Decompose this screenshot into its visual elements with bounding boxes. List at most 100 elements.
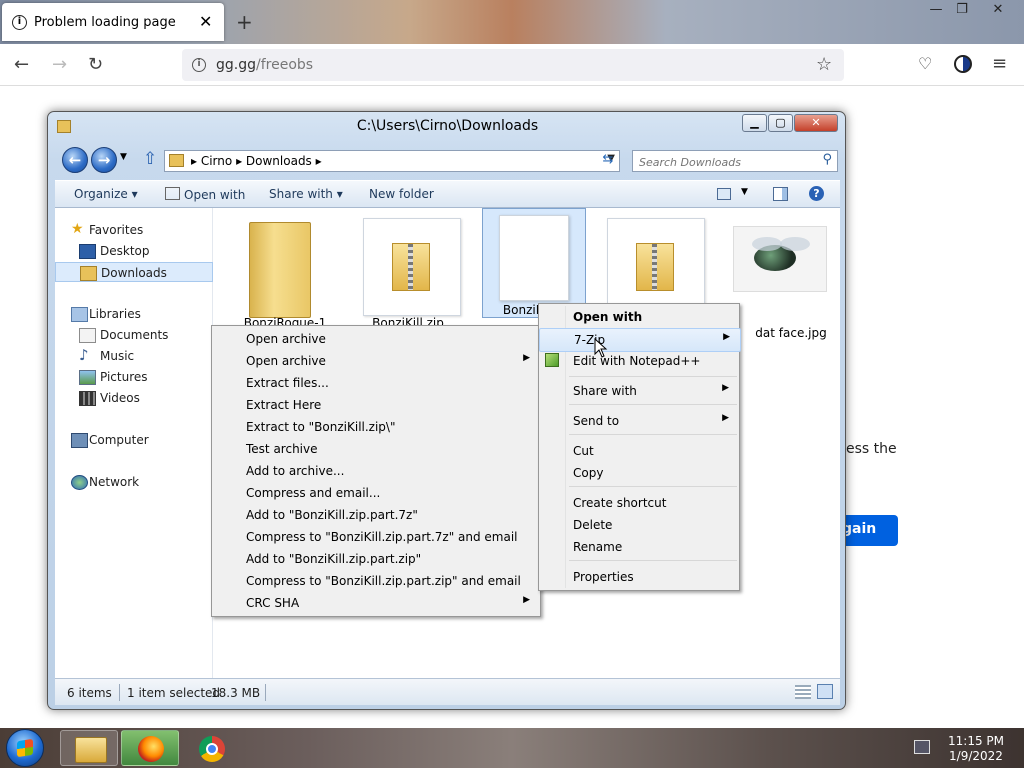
maximize-button[interactable]: ▢ xyxy=(768,114,793,132)
start-button[interactable] xyxy=(6,729,44,767)
submenu-arrow-icon: ▶ xyxy=(723,332,730,342)
chrome-icon xyxy=(199,736,225,762)
menu-test-archive[interactable]: Test archive xyxy=(212,438,540,460)
open-with-button[interactable]: Open with xyxy=(165,187,245,202)
menu-label: Copy xyxy=(573,466,604,480)
menu-add-to-zip[interactable]: Add to "BonziKill.zip.part.zip" xyxy=(212,548,540,570)
menu-open-archive-sub[interactable]: Open archive ▶ xyxy=(212,350,540,372)
forward-button[interactable]: → xyxy=(91,147,117,173)
organize-button[interactable]: Organize ▾ xyxy=(74,187,138,201)
search-icon[interactable]: ⚲ xyxy=(822,152,832,167)
details-view-icon[interactable] xyxy=(795,685,811,699)
menu-label: Open archive xyxy=(246,332,326,346)
close-button[interactable]: ✕ xyxy=(794,114,838,132)
nav-network[interactable]: Network xyxy=(55,472,213,492)
hamburger-menu-icon[interactable]: ≡ xyxy=(992,53,1007,74)
back-button[interactable]: ← xyxy=(62,147,88,173)
network-icon xyxy=(71,475,88,490)
nav-pictures[interactable]: Pictures xyxy=(55,367,213,387)
tab-close-icon[interactable]: ✕ xyxy=(199,12,212,31)
command-bar: Organize ▾ Open with Share with ▾ New fo… xyxy=(55,180,840,208)
refresh-icon[interactable]: ⇆ xyxy=(596,150,620,172)
url-bar[interactable]: i gg.gg/freeobs ☆ xyxy=(182,49,844,81)
back-arrow-icon[interactable]: ← xyxy=(14,54,29,75)
nav-downloads[interactable]: Downloads xyxy=(55,262,213,282)
search-input[interactable] xyxy=(637,153,816,171)
reload-icon[interactable]: ↻ xyxy=(88,54,103,75)
new-folder-button[interactable]: New folder xyxy=(369,187,434,201)
site-info-icon[interactable]: i xyxy=(192,58,206,72)
nav-desktop[interactable]: Desktop xyxy=(55,241,213,261)
videos-icon xyxy=(79,391,96,406)
menu-compress-zip-email[interactable]: Compress to "BonziKill.zip.part.zip" and… xyxy=(212,570,540,592)
menu-separator xyxy=(569,486,737,487)
bookmark-star-icon[interactable]: ☆ xyxy=(816,54,832,75)
menu-create-shortcut[interactable]: Create shortcut xyxy=(539,492,739,514)
preview-pane-icon[interactable] xyxy=(773,187,788,201)
breadcrumb-cirno[interactable]: Cirno xyxy=(201,154,232,168)
up-arrow-icon[interactable]: ⇧ xyxy=(143,149,157,169)
view-options-icon[interactable] xyxy=(717,188,731,200)
menu-compress-email[interactable]: Compress and email... xyxy=(212,482,540,504)
firefox-icon xyxy=(138,736,164,762)
menu-extract-to[interactable]: Extract to "BonziKill.zip\" xyxy=(212,416,540,438)
taskbar-chrome[interactable] xyxy=(182,730,240,766)
menu-edit-notepadpp[interactable]: Edit with Notepad++ xyxy=(539,350,739,372)
notepadpp-icon xyxy=(545,353,559,367)
taskbar-firefox[interactable] xyxy=(121,730,179,766)
menu-rename[interactable]: Rename xyxy=(539,536,739,558)
nav-libraries[interactable]: Libraries xyxy=(55,304,213,324)
browser-tab-active[interactable]: i Problem loading page ✕ xyxy=(2,3,224,41)
breadcrumb: ▸ Cirno ▸ Downloads ▸ xyxy=(191,154,322,168)
menu-add-to-archive[interactable]: Add to archive... xyxy=(212,460,540,482)
nav-documents[interactable]: Documents xyxy=(55,325,213,345)
menu-properties[interactable]: Properties xyxy=(539,566,739,588)
nav-favorites[interactable]: ★ Favorites xyxy=(55,220,213,240)
menu-delete[interactable]: Delete xyxy=(539,514,739,536)
menu-share-with[interactable]: Share with ▶ xyxy=(539,380,739,402)
menu-cut[interactable]: Cut xyxy=(539,440,739,462)
taskbar-explorer[interactable] xyxy=(60,730,118,766)
browser-restore-button[interactable]: ❐ xyxy=(950,2,974,18)
menu-add-to-7z[interactable]: Add to "BonziKill.zip.part.7z" xyxy=(212,504,540,526)
minimize-button[interactable]: ▁ xyxy=(742,114,767,132)
help-icon[interactable]: ? xyxy=(809,186,824,201)
browser-minimize-button[interactable]: — xyxy=(924,2,948,18)
file-item-selected[interactable]: BonziKill.zi xyxy=(482,208,586,318)
taskbar-clock[interactable]: 11:15 PM 1/9/2022 xyxy=(936,734,1016,764)
share-with-button[interactable]: Share with ▾ xyxy=(269,187,343,201)
menu-crc-sha[interactable]: CRC SHA ▶ xyxy=(212,592,540,614)
try-again-button[interactable]: gain xyxy=(842,515,898,546)
menu-label: Edit with Notepad++ xyxy=(573,354,701,368)
menu-label: Properties xyxy=(573,570,634,584)
new-tab-button[interactable]: + xyxy=(236,10,253,34)
menu-compress-7z-email[interactable]: Compress to "BonziKill.zip.part.7z" and … xyxy=(212,526,540,548)
menu-open-archive[interactable]: Open archive xyxy=(212,328,540,350)
account-icon[interactable] xyxy=(954,55,972,73)
menu-open-with[interactable]: Open with xyxy=(539,306,739,328)
nav-videos-label: Videos xyxy=(100,391,140,405)
large-icons-view-icon[interactable] xyxy=(817,684,833,699)
address-bar[interactable]: ▸ Cirno ▸ Downloads ▸ ▼ xyxy=(164,150,620,172)
music-icon: ♪ xyxy=(79,346,89,364)
view-dropdown-icon[interactable]: ▼ xyxy=(741,187,748,197)
nav-computer[interactable]: Computer xyxy=(55,430,213,450)
submenu-arrow-icon: ▶ xyxy=(722,383,729,393)
menu-label: Open with xyxy=(573,310,643,324)
pocket-icon[interactable]: ♡ xyxy=(918,54,932,73)
nav-videos[interactable]: Videos xyxy=(55,388,213,408)
browser-close-button[interactable]: ✕ xyxy=(986,2,1010,18)
history-dropdown-icon[interactable]: ▼ xyxy=(120,152,127,162)
menu-copy[interactable]: Copy xyxy=(539,462,739,484)
menu-send-to[interactable]: Send to ▶ xyxy=(539,410,739,432)
nav-music[interactable]: ♪ Music xyxy=(55,346,213,366)
menu-extract-files[interactable]: Extract files... xyxy=(212,372,540,394)
network-tray-icon[interactable] xyxy=(914,740,930,754)
breadcrumb-downloads[interactable]: Downloads xyxy=(246,154,312,168)
menu-label: Share with xyxy=(573,384,637,398)
forward-arrow-icon[interactable]: → xyxy=(52,54,67,75)
menu-extract-here[interactable]: Extract Here xyxy=(212,394,540,416)
nav-music-label: Music xyxy=(100,349,135,363)
menu-7zip[interactable]: 7-Zip ▶ xyxy=(539,328,741,352)
search-box[interactable]: ⚲ xyxy=(632,150,838,172)
